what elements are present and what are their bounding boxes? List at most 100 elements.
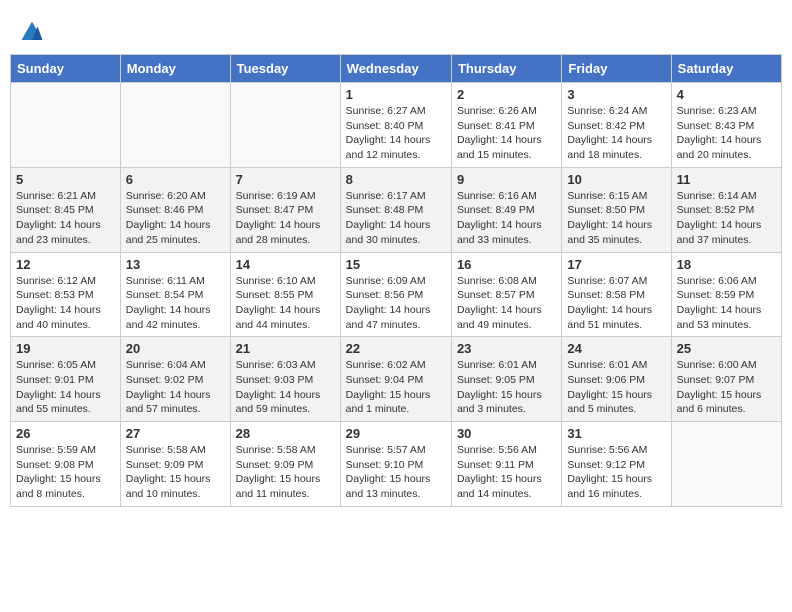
- calendar-cell: 28Sunrise: 5:58 AM Sunset: 9:09 PM Dayli…: [230, 422, 340, 507]
- day-info: Sunrise: 5:57 AM Sunset: 9:10 PM Dayligh…: [346, 443, 446, 502]
- calendar-cell: 12 Sunrise: 6:12 AM Sunset: 8:53 PM Dayli…: [11, 252, 121, 337]
- day-number: 16: [457, 257, 556, 272]
- logo-icon: [20, 20, 44, 44]
- calendar-body: 1 Sunrise: 6:27 AM Sunset: 8:40 PM Daylig…: [11, 83, 782, 507]
- day-number: 9: [457, 172, 556, 187]
- calendar-cell: 21 Sunrise: 6:03 AM Sunset: 9:03 PM Dayli…: [230, 337, 340, 422]
- day-info: Sunrise: 6:14 AM Sunset: 8:52 PM Dayligh…: [677, 189, 776, 248]
- day-number: 30: [457, 426, 556, 441]
- calendar-cell: 14 Sunrise: 6:10 AM Sunset: 8:55 PM Dayli…: [230, 252, 340, 337]
- calendar-cell: 9 Sunrise: 6:16 AM Sunset: 8:49 PM Daylig…: [451, 167, 561, 252]
- calendar-cell: 4 Sunrise: 6:23 AM Sunset: 8:43 PM Daylig…: [671, 83, 781, 168]
- day-info: Sunrise: 6:15 AM Sunset: 8:50 PM Dayligh…: [567, 189, 665, 248]
- calendar-cell: 31 Sunrise: 5:56 AM Sunset: 9:12 PM Dayli…: [562, 422, 671, 507]
- calendar-cell: 18 Sunrise: 6:06 AM Sunset: 8:59 PM Dayli…: [671, 252, 781, 337]
- calendar-cell: 1 Sunrise: 6:27 AM Sunset: 8:40 PM Daylig…: [340, 83, 451, 168]
- column-header-wednesday: Wednesday: [340, 55, 451, 83]
- column-header-tuesday: Tuesday: [230, 55, 340, 83]
- day-info: Sunrise: 6:05 AM Sunset: 9:01 PM Dayligh…: [16, 358, 115, 417]
- calendar-cell: [230, 83, 340, 168]
- calendar-cell: 10 Sunrise: 6:15 AM Sunset: 8:50 PM Dayli…: [562, 167, 671, 252]
- calendar-cell: 29 Sunrise: 5:57 AM Sunset: 9:10 PM Dayli…: [340, 422, 451, 507]
- day-number: 13: [126, 257, 225, 272]
- logo: [20, 20, 46, 44]
- day-number: 4: [677, 87, 776, 102]
- calendar-week-row: 19Sunrise: 6:05 AM Sunset: 9:01 PM Dayli…: [11, 337, 782, 422]
- day-info: Sunrise: 6:01 AM Sunset: 9:05 PM Dayligh…: [457, 358, 556, 417]
- calendar-week-row: 26 Sunrise: 5:59 AM Sunset: 9:08 PM Dayli…: [11, 422, 782, 507]
- day-number: 29: [346, 426, 446, 441]
- day-number: 22: [346, 341, 446, 356]
- calendar-cell: 19Sunrise: 6:05 AM Sunset: 9:01 PM Dayli…: [11, 337, 121, 422]
- day-info: Sunrise: 5:56 AM Sunset: 9:11 PM Dayligh…: [457, 443, 556, 502]
- calendar-cell: 13 Sunrise: 6:11 AM Sunset: 8:54 PM Dayli…: [120, 252, 230, 337]
- day-number: 2: [457, 87, 556, 102]
- day-info: Sunrise: 6:12 AM Sunset: 8:53 PM Dayligh…: [16, 274, 115, 333]
- calendar-cell: 3 Sunrise: 6:24 AM Sunset: 8:42 PM Daylig…: [562, 83, 671, 168]
- day-info: Sunrise: 6:04 AM Sunset: 9:02 PM Dayligh…: [126, 358, 225, 417]
- day-number: 23: [457, 341, 556, 356]
- day-number: 25: [677, 341, 776, 356]
- day-number: 3: [567, 87, 665, 102]
- day-number: 8: [346, 172, 446, 187]
- day-info: Sunrise: 5:56 AM Sunset: 9:12 PM Dayligh…: [567, 443, 665, 502]
- page-header: [10, 10, 782, 49]
- day-info: Sunrise: 6:19 AM Sunset: 8:47 PM Dayligh…: [236, 189, 335, 248]
- day-info: Sunrise: 6:09 AM Sunset: 8:56 PM Dayligh…: [346, 274, 446, 333]
- day-number: 7: [236, 172, 335, 187]
- day-info: Sunrise: 6:07 AM Sunset: 8:58 PM Dayligh…: [567, 274, 665, 333]
- day-info: Sunrise: 6:10 AM Sunset: 8:55 PM Dayligh…: [236, 274, 335, 333]
- day-number: 6: [126, 172, 225, 187]
- day-number: 31: [567, 426, 665, 441]
- day-info: Sunrise: 6:16 AM Sunset: 8:49 PM Dayligh…: [457, 189, 556, 248]
- day-info: Sunrise: 6:20 AM Sunset: 8:46 PM Dayligh…: [126, 189, 225, 248]
- calendar-cell: 16 Sunrise: 6:08 AM Sunset: 8:57 PM Dayli…: [451, 252, 561, 337]
- day-number: 20: [126, 341, 225, 356]
- calendar-cell: 2 Sunrise: 6:26 AM Sunset: 8:41 PM Daylig…: [451, 83, 561, 168]
- calendar-cell: 11Sunrise: 6:14 AM Sunset: 8:52 PM Dayli…: [671, 167, 781, 252]
- day-number: 15: [346, 257, 446, 272]
- column-header-sunday: Sunday: [11, 55, 121, 83]
- day-info: Sunrise: 6:11 AM Sunset: 8:54 PM Dayligh…: [126, 274, 225, 333]
- day-number: 5: [16, 172, 115, 187]
- day-info: Sunrise: 5:59 AM Sunset: 9:08 PM Dayligh…: [16, 443, 115, 502]
- calendar-cell: [120, 83, 230, 168]
- day-info: Sunrise: 6:27 AM Sunset: 8:40 PM Dayligh…: [346, 104, 446, 163]
- column-header-thursday: Thursday: [451, 55, 561, 83]
- day-number: 18: [677, 257, 776, 272]
- day-info: Sunrise: 6:02 AM Sunset: 9:04 PM Dayligh…: [346, 358, 446, 417]
- day-info: Sunrise: 6:26 AM Sunset: 8:41 PM Dayligh…: [457, 104, 556, 163]
- day-number: 1: [346, 87, 446, 102]
- calendar-cell: 5 Sunrise: 6:21 AM Sunset: 8:45 PM Daylig…: [11, 167, 121, 252]
- day-number: 12: [16, 257, 115, 272]
- day-info: Sunrise: 6:00 AM Sunset: 9:07 PM Dayligh…: [677, 358, 776, 417]
- calendar-cell: 30 Sunrise: 5:56 AM Sunset: 9:11 PM Dayli…: [451, 422, 561, 507]
- calendar-header-row: SundayMondayTuesdayWednesdayThursdayFrid…: [11, 55, 782, 83]
- calendar-table: SundayMondayTuesdayWednesdayThursdayFrid…: [10, 54, 782, 507]
- calendar-cell: 24Sunrise: 6:01 AM Sunset: 9:06 PM Dayli…: [562, 337, 671, 422]
- day-info: Sunrise: 6:08 AM Sunset: 8:57 PM Dayligh…: [457, 274, 556, 333]
- day-number: 10: [567, 172, 665, 187]
- day-info: Sunrise: 6:24 AM Sunset: 8:42 PM Dayligh…: [567, 104, 665, 163]
- column-header-monday: Monday: [120, 55, 230, 83]
- column-header-saturday: Saturday: [671, 55, 781, 83]
- day-number: 21: [236, 341, 335, 356]
- calendar-cell: 15 Sunrise: 6:09 AM Sunset: 8:56 PM Dayli…: [340, 252, 451, 337]
- calendar-cell: 6 Sunrise: 6:20 AM Sunset: 8:46 PM Daylig…: [120, 167, 230, 252]
- calendar-cell: [671, 422, 781, 507]
- calendar-cell: 26 Sunrise: 5:59 AM Sunset: 9:08 PM Dayli…: [11, 422, 121, 507]
- day-info: Sunrise: 6:03 AM Sunset: 9:03 PM Dayligh…: [236, 358, 335, 417]
- calendar-cell: 22 Sunrise: 6:02 AM Sunset: 9:04 PM Dayli…: [340, 337, 451, 422]
- day-number: 26: [16, 426, 115, 441]
- day-info: Sunrise: 6:17 AM Sunset: 8:48 PM Dayligh…: [346, 189, 446, 248]
- column-header-friday: Friday: [562, 55, 671, 83]
- day-info: Sunrise: 6:23 AM Sunset: 8:43 PM Dayligh…: [677, 104, 776, 163]
- day-number: 17: [567, 257, 665, 272]
- day-info: Sunrise: 5:58 AM Sunset: 9:09 PM Dayligh…: [126, 443, 225, 502]
- day-number: 27: [126, 426, 225, 441]
- calendar-cell: 8 Sunrise: 6:17 AM Sunset: 8:48 PM Daylig…: [340, 167, 451, 252]
- day-info: Sunrise: 6:06 AM Sunset: 8:59 PM Dayligh…: [677, 274, 776, 333]
- day-number: 14: [236, 257, 335, 272]
- day-info: Sunrise: 6:21 AM Sunset: 8:45 PM Dayligh…: [16, 189, 115, 248]
- day-number: 24: [567, 341, 665, 356]
